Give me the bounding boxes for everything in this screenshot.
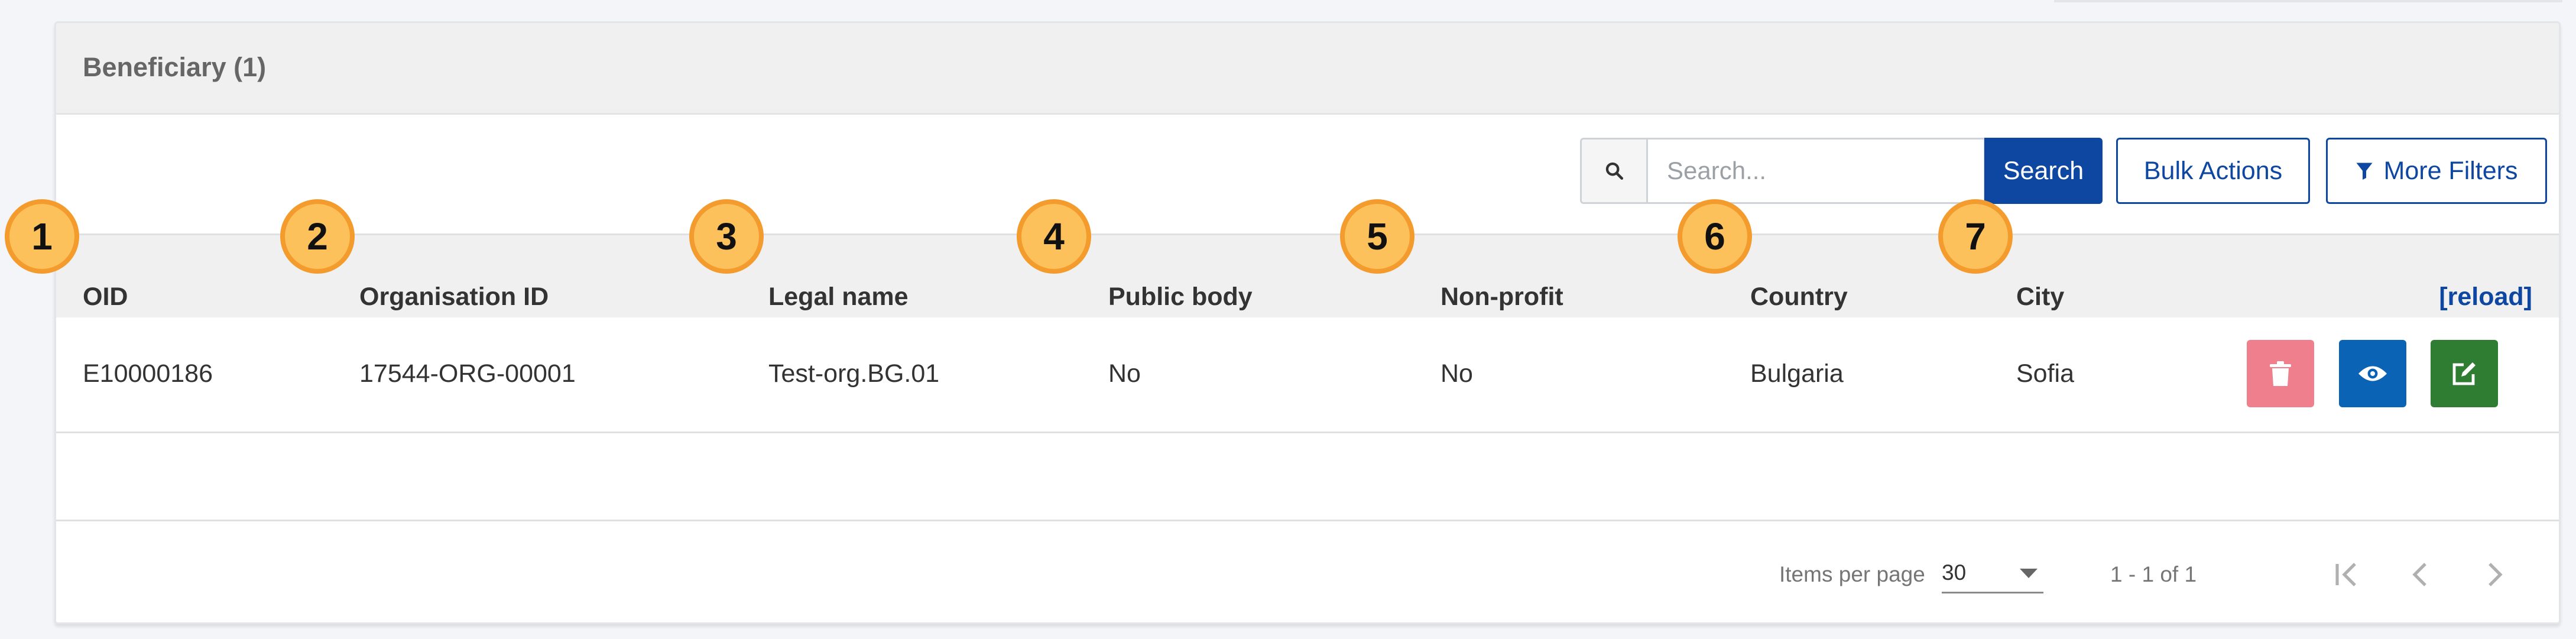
- cell-organisation-id: 17544-ORG-00001: [359, 359, 576, 388]
- callout-badge-6: 6: [1678, 199, 1752, 274]
- callout-badge-1: 1: [5, 199, 79, 274]
- more-filters-button[interactable]: More Filters: [2326, 138, 2547, 204]
- first-page-button[interactable]: [2329, 557, 2364, 592]
- search-input[interactable]: [1646, 138, 1985, 204]
- card-title: Beneficiary (1): [83, 52, 267, 82]
- first-page-icon: [2335, 563, 2356, 586]
- bulk-actions-label: Bulk Actions: [2143, 156, 2283, 185]
- cell-legal-name: Test-org.BG.01: [768, 359, 940, 388]
- items-per-page-label: Items per page: [1779, 562, 1925, 586]
- callout-badge-2: 2: [280, 199, 355, 274]
- eye-icon: [2358, 366, 2387, 381]
- bulk-actions-button[interactable]: Bulk Actions: [2116, 138, 2310, 204]
- column-header-oid[interactable]: OID: [83, 283, 128, 312]
- callout-badge-5: 5: [1340, 199, 1414, 274]
- caret-down-icon: [2020, 569, 2038, 578]
- last-page-icon: [2551, 557, 2561, 592]
- column-header-country[interactable]: Country: [1750, 283, 1848, 312]
- chevron-left-icon: [2412, 563, 2426, 586]
- beneficiary-card: Beneficiary (1) Search Bulk Actions More…: [54, 21, 2561, 624]
- last-page-button[interactable]: [2551, 557, 2561, 592]
- cell-city: Sofia: [2016, 359, 2075, 388]
- next-page-button[interactable]: [2477, 557, 2512, 592]
- filter-icon: [2356, 163, 2373, 180]
- cell-country: Bulgaria: [1750, 359, 1844, 388]
- top-divider: [2054, 0, 2562, 2]
- callout-badge-3: 3: [689, 199, 764, 274]
- edit-button[interactable]: [2431, 340, 2498, 407]
- reload-link[interactable]: [reload]: [2439, 283, 2532, 312]
- cell-non-profit: No: [1441, 359, 1473, 388]
- column-header-city[interactable]: City: [2016, 283, 2064, 312]
- edit-icon: [2452, 362, 2476, 385]
- chevron-right-icon: [2489, 563, 2503, 586]
- page-range-label: 1 - 1 of 1: [2110, 562, 2197, 586]
- column-header-public-body[interactable]: Public body: [1108, 283, 1253, 312]
- previous-page-button[interactable]: [2403, 557, 2438, 592]
- more-filters-label: More Filters: [2383, 156, 2518, 185]
- view-button[interactable]: [2339, 340, 2406, 407]
- cell-public-body: No: [1108, 359, 1141, 388]
- column-header-organisation-id[interactable]: Organisation ID: [359, 283, 549, 312]
- search-icon: [1605, 162, 1623, 180]
- card-header: Beneficiary (1): [56, 23, 2559, 115]
- search-button-label: Search: [2003, 156, 2084, 185]
- search-button[interactable]: Search: [1984, 138, 2103, 204]
- delete-button[interactable]: [2247, 340, 2314, 407]
- items-per-page-value: 30: [1942, 560, 1967, 585]
- callout-badge-4: 4: [1017, 199, 1091, 274]
- column-header-non-profit[interactable]: Non-profit: [1441, 283, 1563, 312]
- table-row: E10000186 17544-ORG-00001 Test-org.BG.01…: [56, 317, 2559, 433]
- trash-icon: [2270, 361, 2291, 386]
- cell-oid: E10000186: [83, 359, 213, 388]
- callout-badge-7: 7: [1938, 199, 2013, 274]
- table-header: OID Organisation ID Legal name Public bo…: [56, 233, 2559, 321]
- column-header-legal-name[interactable]: Legal name: [768, 283, 909, 312]
- items-per-page-select[interactable]: 30: [1942, 556, 2043, 593]
- search-icon-button[interactable]: [1580, 138, 1646, 204]
- paginator: Items per page 30 1 - 1 of 1: [56, 521, 2561, 622]
